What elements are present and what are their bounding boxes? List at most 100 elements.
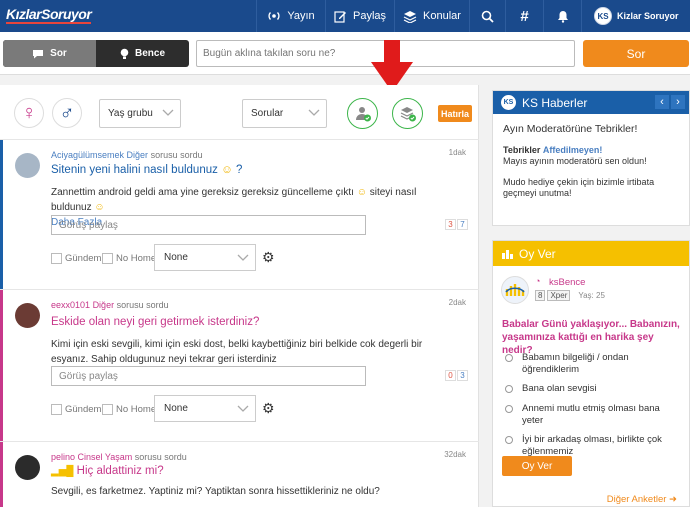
nohome-label: No Home xyxy=(116,404,157,415)
hashtag-icon: # xyxy=(520,7,529,25)
poll-chart-icon: ▂▅█ xyxy=(51,466,74,477)
checkbox-box xyxy=(51,404,62,415)
smiley-icon: ☺ xyxy=(221,164,233,176)
post-username[interactable]: eexx0101 xyxy=(51,300,90,310)
post-title-text: Hiç aldattiniz mi? xyxy=(76,465,164,477)
poll-option[interactable]: İyi bir arkadaş olması, birlikte çok eğl… xyxy=(505,434,675,458)
poll-author-avatar[interactable] xyxy=(501,276,529,304)
nohome-label: No Home xyxy=(116,253,157,264)
nav-notifications-button[interactable] xyxy=(543,0,581,32)
poll-author-badge: 8 Xper Yaş: 25 xyxy=(535,290,605,301)
gundem-checkbox[interactable]: Gündem xyxy=(51,253,101,264)
post-body: Kimi için eski sevgili, kimi için eski d… xyxy=(51,339,423,365)
post-title[interactable]: Sitenin yeni halini nasıl buldunuz ☺ ? xyxy=(51,164,242,176)
poll-author: ◔ ksBence 8 Xper Yaş: 25 xyxy=(501,276,690,306)
question-feed: ♀ ♂ Yaş grubu Sorular Hatırla Aciyagülüm… xyxy=(0,85,479,507)
post-username[interactable]: Aciyagülümsemek xyxy=(51,150,124,160)
nav-paylas[interactable]: Paylaş xyxy=(325,0,394,32)
post-action: sorusu sordu xyxy=(150,150,203,160)
author-xper: Xper xyxy=(547,290,571,301)
top-navigation-bar: KızlarSoruyor Yayın Paylaş Konular # KS … xyxy=(0,0,690,32)
chevron-down-icon xyxy=(308,109,320,116)
nav-yayin[interactable]: Yayın xyxy=(256,0,325,32)
post-accent-bar xyxy=(0,442,3,507)
poll-author-name[interactable]: ksBence xyxy=(549,277,585,288)
nav-search-button[interactable] xyxy=(469,0,505,32)
poll-title: Oy Ver xyxy=(519,246,556,261)
toggle-bence[interactable]: Bence xyxy=(96,40,189,67)
post-title[interactable]: ▂▅█ Hiç aldattiniz mi? xyxy=(51,465,164,477)
user-name: Kizlar Soruyor xyxy=(617,11,679,21)
smiley-icon: ☺ xyxy=(94,202,105,213)
post-category[interactable]: Diğer xyxy=(127,150,149,160)
ks-news-content: Ayın Moderatörüne Tebrikler! Tebrikler A… xyxy=(493,114,689,208)
nav-hashtag-button[interactable]: # xyxy=(505,0,543,32)
post-title-suffix: ? xyxy=(236,164,243,176)
gear-icon[interactable]: ⚙ xyxy=(262,249,275,266)
count-b: 3 xyxy=(457,370,468,381)
post-username[interactable]: pelino xyxy=(51,452,75,462)
other-polls-link[interactable]: Diğer Anketler ➜ xyxy=(607,494,677,505)
chevron-right-icon[interactable]: › xyxy=(671,95,685,109)
chevron-down-icon xyxy=(237,405,249,412)
chevron-left-icon[interactable]: ‹ xyxy=(655,95,669,109)
toggle-sor[interactable]: Sor xyxy=(3,40,96,67)
speech-bubble-icon xyxy=(33,49,44,58)
toggle-bence-label: Bence xyxy=(134,48,165,59)
post-age: 32dak xyxy=(444,450,466,459)
toggle-sor-label: Sor xyxy=(50,48,67,59)
ks-news-line-1: Tebrikler Affedilmeyen! xyxy=(503,145,679,156)
ks-news-title: KS Haberler xyxy=(522,95,588,110)
smiley-icon: ☺ xyxy=(356,187,367,198)
male-filter-button[interactable]: ♂ xyxy=(52,98,82,128)
ks-news-headline[interactable]: Ayın Moderatörüne Tebrikler! xyxy=(503,123,679,135)
moderation-dropdown-value: None xyxy=(164,252,188,263)
user-avatar[interactable] xyxy=(15,455,40,480)
female-filter-button[interactable]: ♀ xyxy=(14,98,44,128)
user-avatar[interactable] xyxy=(15,303,40,328)
ask-submit-button[interactable]: Sor xyxy=(583,40,689,67)
count-a: 0 xyxy=(445,370,456,381)
author-level: 8 xyxy=(535,290,546,301)
content-type-label: Sorular xyxy=(251,108,284,119)
remember-filters-button[interactable]: Hatırla xyxy=(438,105,472,122)
radio-icon xyxy=(505,385,513,393)
arrow-right-circle-icon: ➜ xyxy=(669,494,677,505)
site-logo[interactable]: KızlarSoruyor xyxy=(6,6,92,24)
nav-konular[interactable]: Konular xyxy=(394,0,469,32)
ks-news-line-3: Mudo hediye çekin için bizimle irtibata … xyxy=(503,177,655,198)
moderation-dropdown[interactable]: None xyxy=(154,244,256,271)
radio-icon xyxy=(505,436,513,444)
post-counts: 3 7 xyxy=(444,219,468,230)
content-type-select[interactable]: Sorular xyxy=(242,99,327,128)
poll-option-label: Babamın bilgeliği / ondan öğrendiklerim xyxy=(522,352,629,375)
nav-konular-label: Konular xyxy=(423,10,461,22)
moderation-dropdown[interactable]: None xyxy=(154,395,256,422)
nav-user-menu[interactable]: KS Kizlar Soruyor xyxy=(581,0,690,32)
post-category[interactable]: Diğer xyxy=(93,300,115,310)
comment-input[interactable]: Görüş paylaş xyxy=(51,366,366,386)
post-category[interactable]: Cinsel Yaşam xyxy=(78,452,133,462)
post-accent-bar xyxy=(0,140,3,289)
ks-news-moderator-name[interactable]: Affedilmeyen! xyxy=(543,145,603,155)
question-card: pelino Cinsel Yaşam sorusu sordu 32dak ▂… xyxy=(0,442,479,507)
nohome-checkbox[interactable]: No Home xyxy=(102,404,156,415)
poll-option[interactable]: Annemi mutlu etmiş olması bana yeter xyxy=(505,403,675,427)
ks-news-header: KS KS Haberler ‹ › xyxy=(493,91,689,114)
poll-option[interactable]: Bana olan sevgisi xyxy=(505,383,675,395)
comment-input[interactable]: Görüş paylaş xyxy=(51,215,366,235)
vote-button[interactable]: Oy Ver xyxy=(502,456,572,476)
user-check-icon xyxy=(355,106,371,121)
nohome-checkbox[interactable]: No Home xyxy=(102,253,156,264)
age-group-select[interactable]: Yaş grubu xyxy=(99,99,181,128)
poll-option[interactable]: Babamın bilgeliği / ondan öğrendiklerim xyxy=(505,352,675,376)
gear-icon[interactable]: ⚙ xyxy=(262,400,275,417)
post-age: 1dak xyxy=(448,148,466,157)
followed-users-filter-button[interactable] xyxy=(347,98,378,129)
moderation-dropdown-value: None xyxy=(164,403,188,414)
post-title[interactable]: Eskide olan neyi geri getirmek isterdini… xyxy=(51,316,259,328)
followed-topics-filter-button[interactable] xyxy=(392,98,423,129)
gundem-checkbox[interactable]: Gündem xyxy=(51,404,101,415)
user-avatar[interactable] xyxy=(15,153,40,178)
ask-question-bar: Sor Bence Sor xyxy=(0,32,690,75)
